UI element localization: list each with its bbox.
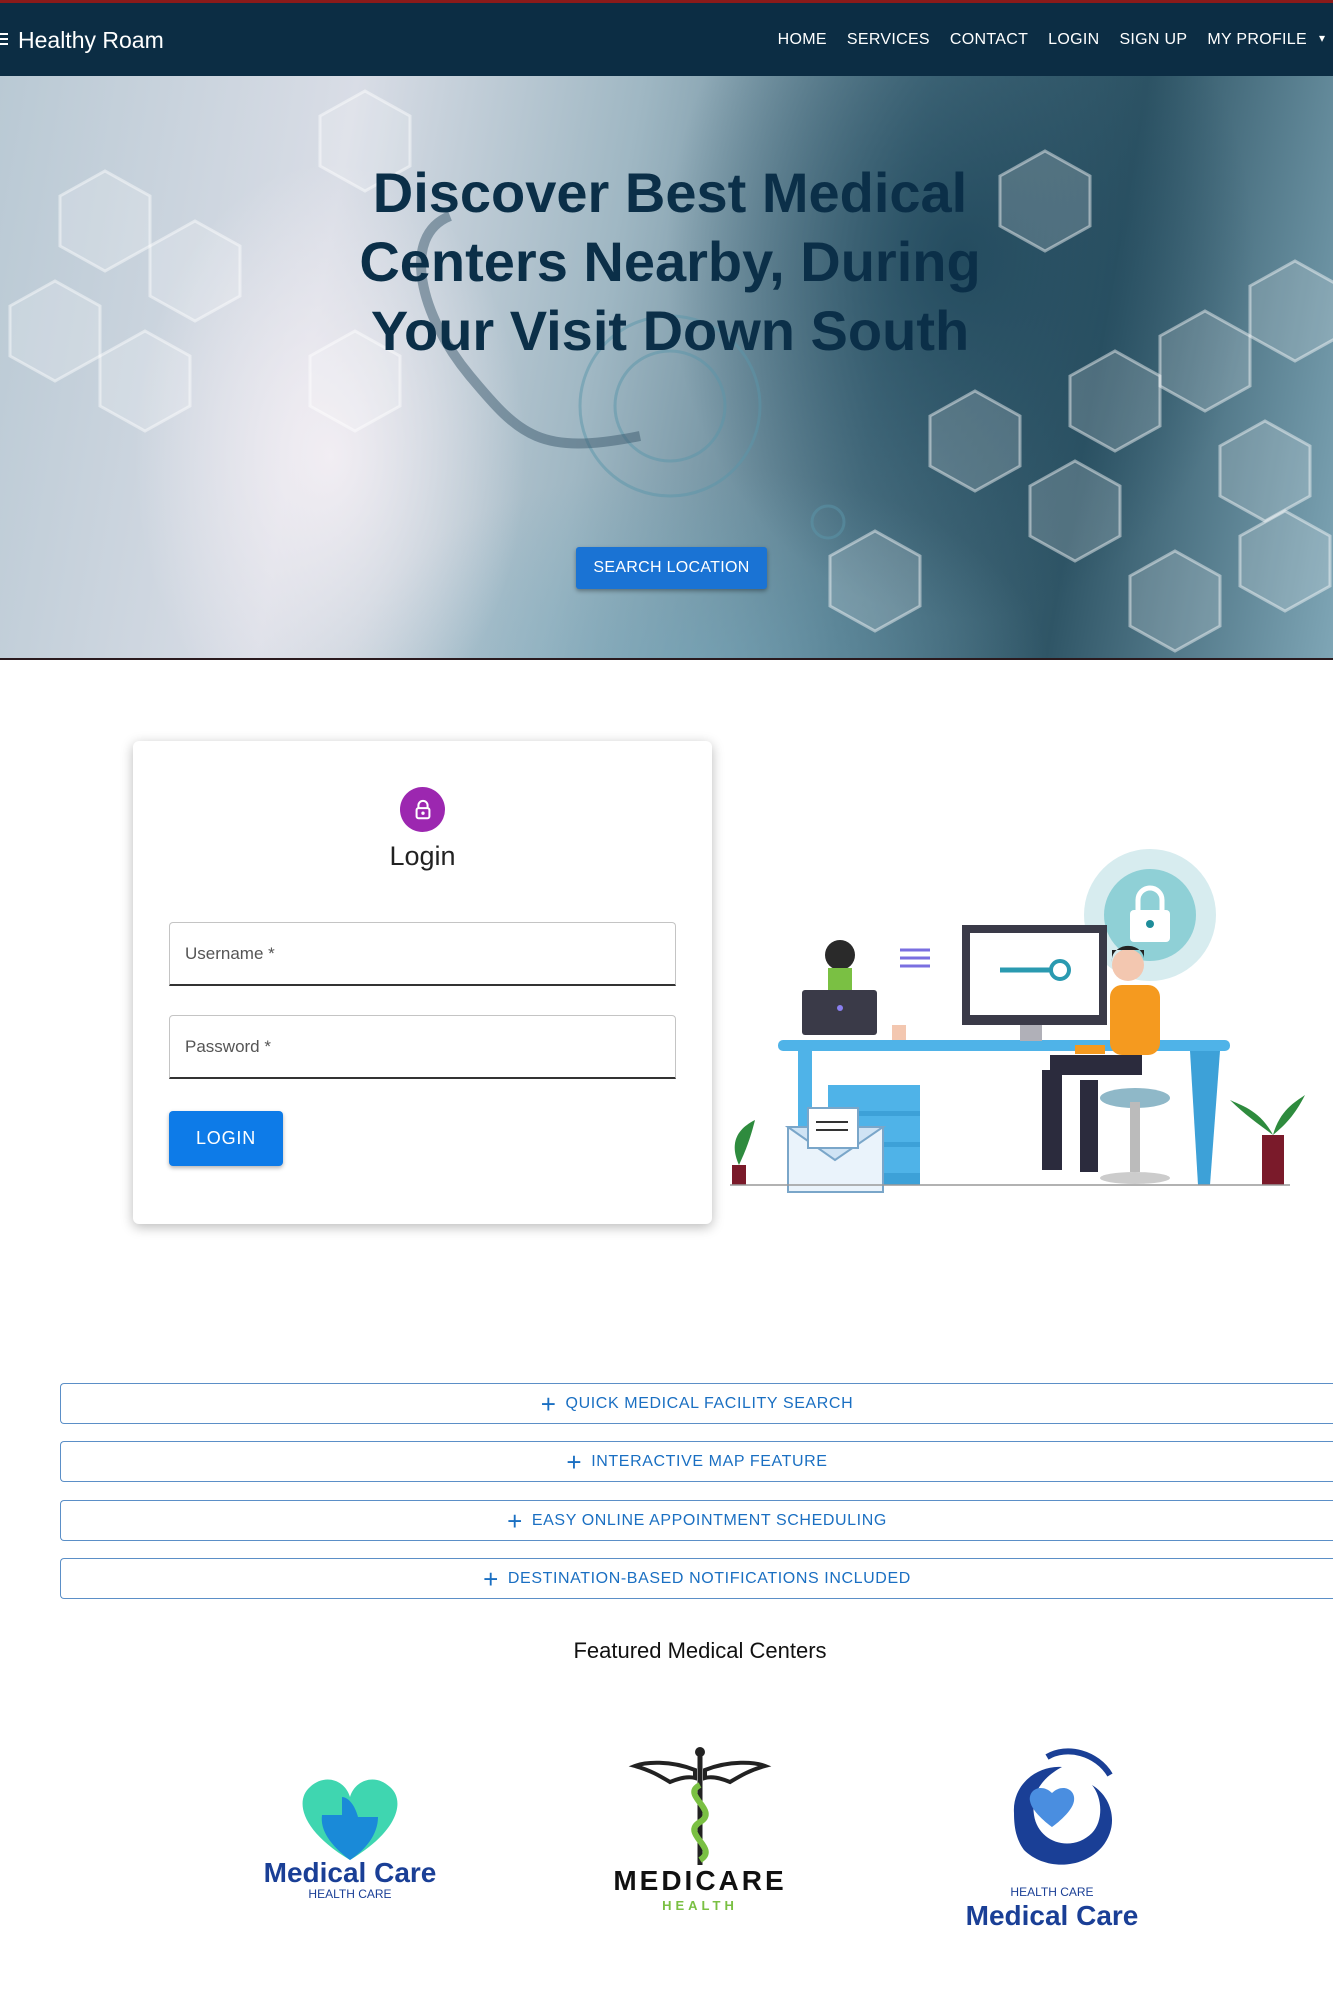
nav-contact[interactable]: CONTACT xyxy=(950,31,1028,49)
medical-care-logo-3[interactable]: HEALTH CARE Medical Care xyxy=(952,1735,1152,1935)
login-title: Login xyxy=(389,841,456,871)
brand-name[interactable]: Healthy Roam xyxy=(18,27,164,54)
hero-banner: Discover Best Medical Centers Nearby, Du… xyxy=(0,76,1333,660)
accordion-label: QUICK MEDICAL FACILITY SEARCH xyxy=(565,1394,854,1412)
featured-title: Featured Medical Centers xyxy=(573,1638,827,1663)
accordion-notifications[interactable]: + DESTINATION-BASED NOTIFICATIONS INCLUD… xyxy=(60,1558,1333,1599)
accordion-quick-search[interactable]: + QUICK MEDICAL FACILITY SEARCH xyxy=(60,1383,1333,1424)
plus-icon: + xyxy=(540,1388,557,1419)
nav-links: HOME SERVICES CONTACT LOGIN SIGN UP MY P… xyxy=(758,31,1325,49)
search-location-button[interactable]: SEARCH LOCATION xyxy=(576,547,767,589)
logo-1-name: Medical Care xyxy=(264,1857,437,1888)
logo-1-sub: HEALTH CARE xyxy=(308,1887,391,1901)
nav-services[interactable]: SERVICES xyxy=(847,31,930,49)
accordion-appointment-scheduling[interactable]: + EASY ONLINE APPOINTMENT SCHEDULING xyxy=(60,1500,1333,1541)
logo-2-name: MEDICARE xyxy=(613,1865,786,1896)
logo-3-name: Medical Care xyxy=(966,1900,1139,1931)
accordion-label: EASY ONLINE APPOINTMENT SCHEDULING xyxy=(531,1511,887,1529)
password-field xyxy=(169,1015,676,1079)
dropdown-caret-icon[interactable]: ▾ xyxy=(1319,31,1325,49)
accordion-label: INTERACTIVE MAP FEATURE xyxy=(591,1452,828,1470)
plus-icon: + xyxy=(483,1563,499,1594)
navbar: Healthy Roam HOME SERVICES CONTACT LOGIN… xyxy=(0,0,1333,76)
plus-icon: + xyxy=(566,1446,583,1477)
username-input[interactable] xyxy=(170,923,675,984)
medical-care-logo-1[interactable]: Medical Care HEALTH CARE xyxy=(250,1745,450,1905)
accordion-label: DESTINATION-BASED NOTIFICATIONS INCLUDED xyxy=(507,1569,911,1587)
nav-login[interactable]: LOGIN xyxy=(1048,31,1099,49)
password-input[interactable] xyxy=(170,1016,675,1077)
plus-icon: + xyxy=(507,1505,523,1536)
hero-title: Discover Best Medical Centers Nearby, Du… xyxy=(359,161,981,362)
accordion-interactive-map[interactable]: + INTERACTIVE MAP FEATURE xyxy=(60,1441,1333,1482)
nav-my-profile[interactable]: MY PROFILE xyxy=(1207,31,1307,49)
nav-signup[interactable]: SIGN UP xyxy=(1119,31,1187,49)
hero-divider xyxy=(0,658,1333,660)
username-field xyxy=(169,922,676,986)
menu-icon[interactable] xyxy=(0,33,8,47)
login-card: Login LOGIN xyxy=(133,741,712,1224)
logo-3-sub: HEALTH CARE xyxy=(1010,1885,1093,1899)
lock-icon xyxy=(400,787,445,832)
medicare-logo[interactable]: MEDICARE HEALTH xyxy=(600,1740,800,1920)
login-button[interactable]: LOGIN xyxy=(169,1111,283,1166)
login-illustration xyxy=(730,849,1305,1193)
logo-2-sub: HEALTH xyxy=(662,1898,738,1913)
nav-home[interactable]: HOME xyxy=(778,31,827,49)
